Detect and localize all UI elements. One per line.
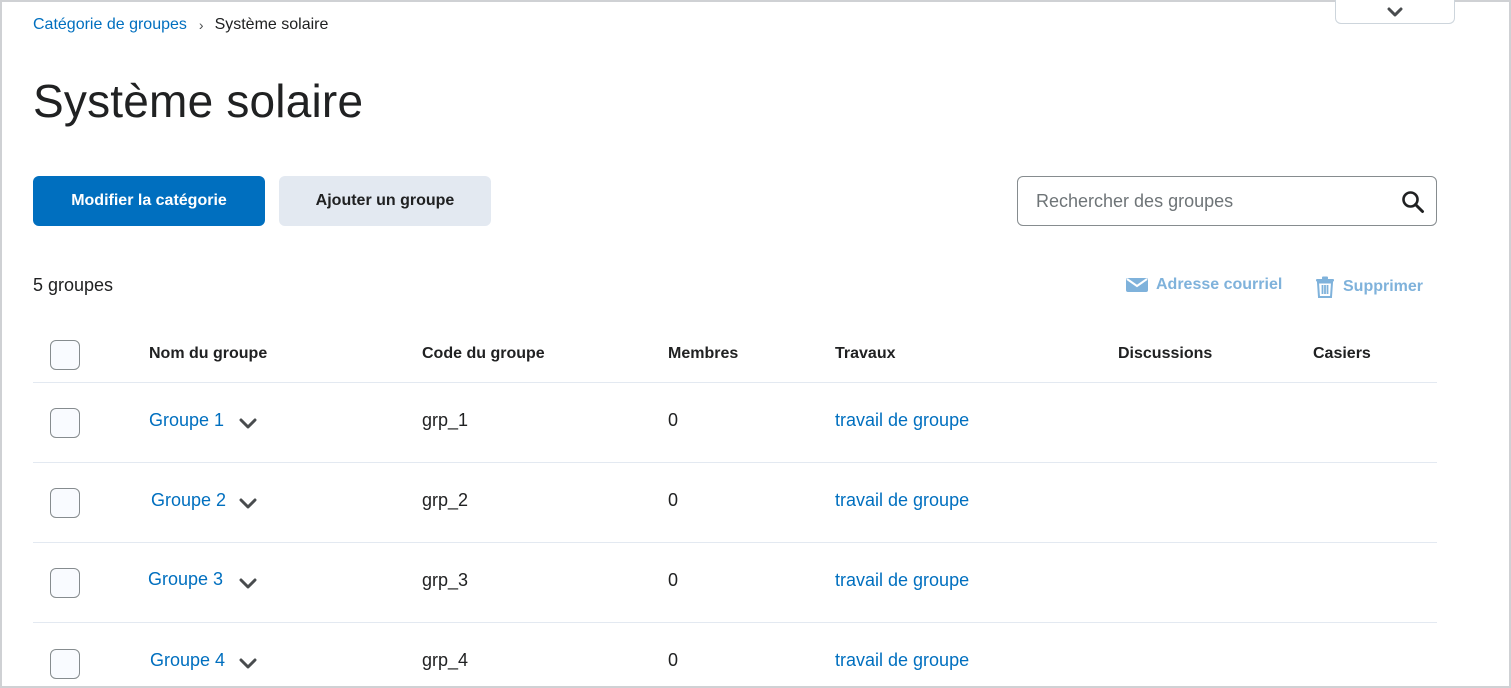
group-members: 0 — [668, 570, 679, 590]
table-row: Groupe 4 grp_4 0 travail de groupe — [33, 623, 1437, 688]
group-name-link[interactable]: Groupe 3 — [148, 569, 223, 590]
group-code: grp_1 — [422, 410, 469, 430]
email-action-label: Adresse courriel — [1156, 276, 1283, 293]
table-header-row: Nom du groupe Code du groupe Membres Tra… — [33, 334, 1437, 383]
group-name-link[interactable]: Groupe 2 — [151, 490, 226, 511]
assignment-link[interactable]: travail de groupe — [835, 410, 969, 431]
group-name-link[interactable]: Groupe 1 — [149, 410, 224, 431]
breadcrumb-link-category[interactable]: Catégorie de groupes — [33, 16, 187, 34]
groups-table: Nom du groupe Code du groupe Membres Tra… — [33, 334, 1437, 688]
edit-category-button[interactable]: Modifier la catégorie — [33, 176, 265, 226]
trash-icon — [1316, 276, 1334, 298]
assignment-link[interactable]: travail de groupe — [835, 570, 969, 591]
breadcrumb-current: Système solaire — [214, 16, 329, 33]
assignment-link[interactable]: travail de groupe — [835, 490, 969, 511]
group-members: 0 — [668, 410, 679, 430]
header-group-code[interactable]: Code du groupe — [422, 345, 545, 363]
chevron-down-icon[interactable] — [238, 417, 258, 431]
assignment-link[interactable]: travail de groupe — [835, 650, 969, 671]
select-all-checkbox[interactable] — [50, 340, 80, 370]
chevron-down-icon[interactable] — [238, 657, 258, 671]
table-row: Groupe 1 grp_1 0 travail de groupe — [33, 383, 1437, 463]
search-box — [1017, 176, 1437, 226]
breadcrumb: Catégorie de groupes › Système solaire — [33, 16, 328, 34]
group-code: grp_4 — [422, 650, 469, 670]
delete-action-label: Supprimer — [1343, 278, 1424, 295]
chevron-down-icon[interactable] — [238, 577, 258, 591]
row-checkbox[interactable] — [50, 568, 80, 598]
table-row: Groupe 3 grp_3 0 travail de groupe — [33, 543, 1437, 623]
top-dropdown-toggle[interactable] — [1335, 0, 1455, 24]
search-input[interactable] — [1018, 177, 1388, 225]
group-code: grp_3 — [422, 570, 469, 590]
header-members[interactable]: Membres — [668, 345, 738, 363]
page-frame: Catégorie de groupes › Système solaire S… — [0, 0, 1511, 688]
group-code: grp_2 — [422, 490, 469, 510]
header-group-name[interactable]: Nom du groupe — [149, 345, 267, 363]
group-members: 0 — [668, 490, 679, 510]
row-checkbox[interactable] — [50, 408, 80, 438]
email-action[interactable]: Adresse courriel — [1126, 276, 1282, 294]
header-assignments: Travaux — [835, 345, 896, 362]
header-discussions: Discussions — [1118, 345, 1213, 362]
row-checkbox[interactable] — [50, 649, 80, 679]
delete-action[interactable]: Supprimer — [1315, 276, 1423, 298]
group-count: 5 groupes — [33, 275, 114, 295]
group-name-link[interactable]: Groupe 4 — [150, 650, 225, 671]
header-lockers: Casiers — [1313, 345, 1371, 362]
search-button[interactable] — [1400, 189, 1426, 215]
row-checkbox[interactable] — [50, 488, 80, 518]
breadcrumb-separator: › — [198, 17, 204, 33]
add-group-button[interactable]: Ajouter un groupe — [279, 176, 491, 226]
chevron-down-icon[interactable] — [238, 497, 258, 511]
group-members: 0 — [668, 650, 679, 670]
chevron-down-icon — [1387, 7, 1403, 16]
page-title: Système solaire — [33, 75, 364, 127]
table-row: Groupe 2 grp_2 0 travail de groupe — [33, 463, 1437, 543]
envelope-icon — [1126, 278, 1148, 292]
search-icon — [1402, 191, 1424, 213]
